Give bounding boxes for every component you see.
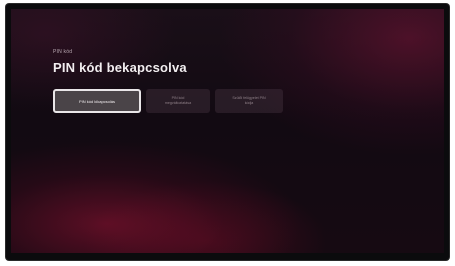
- section-label: PIN kód: [53, 49, 73, 55]
- page-title: PIN kód bekapcsolva: [53, 60, 187, 75]
- tv-screen: PIN kód PIN kód bekapcsolva PIN kód kika…: [11, 9, 444, 253]
- tv-frame: PIN kód PIN kód bekapcsolva PIN kód kika…: [6, 4, 449, 260]
- change-pin-button[interactable]: PIN kód megváltoztatása: [146, 89, 210, 113]
- parental-pin-button[interactable]: Szülői felügyelet PIN kódja: [215, 89, 283, 113]
- disable-pin-button[interactable]: PIN kód kikapcsolás: [53, 89, 141, 113]
- options-row: PIN kód kikapcsolás PIN kód megváltoztat…: [53, 89, 283, 113]
